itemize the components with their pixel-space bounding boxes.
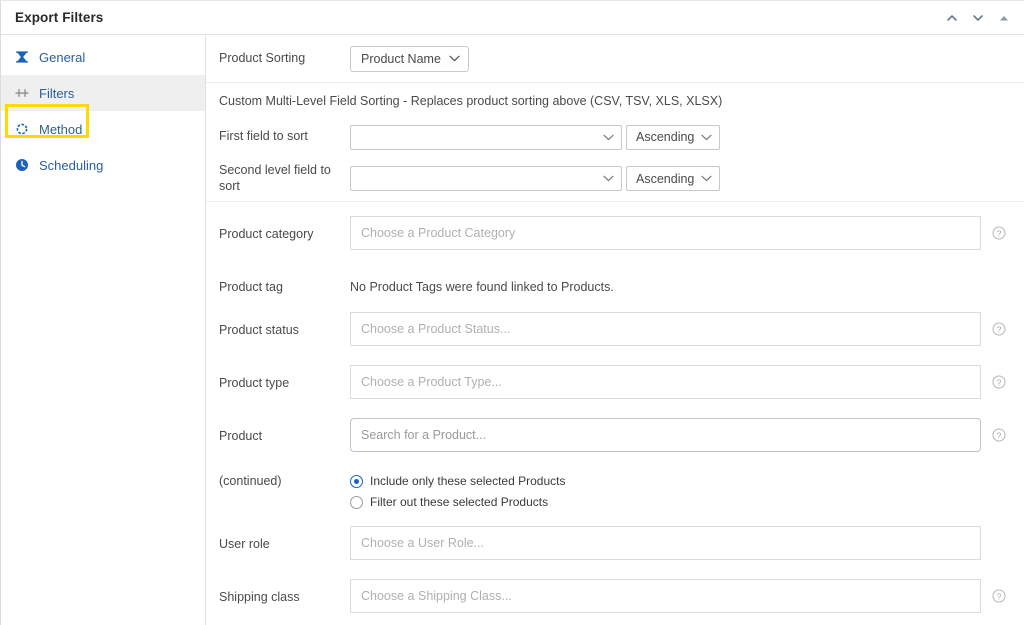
chevron-down-icon [701, 175, 712, 182]
titlebar-controls [940, 1, 1016, 35]
help-icon[interactable]: ? [992, 428, 1006, 442]
product-label: Product [219, 429, 263, 443]
second-sort-field-select[interactable] [350, 166, 622, 191]
product-sorting-row: Product Sorting Product Name [206, 35, 1024, 82]
product-type-input[interactable]: Choose a Product Type... [350, 365, 981, 399]
chevron-down-icon [449, 55, 460, 62]
shipping-class-row: Shipping class Choose a Shipping Class..… [206, 579, 1024, 625]
product-sorting-field: Product Name [350, 45, 1024, 72]
svg-text:?: ? [997, 430, 1002, 440]
radio-button-unselected[interactable] [350, 495, 363, 509]
chevron-down-icon [603, 134, 614, 140]
product-tag-row: Product tag No Product Tags were found l… [206, 269, 1024, 312]
chevron-up-icon [947, 15, 957, 21]
bowtie-icon [13, 48, 31, 66]
sidebar-item-filters[interactable]: Filters [1, 75, 205, 111]
collapse-panel-button[interactable] [992, 6, 1016, 30]
filters-panel: Product Sorting Product Name Custom Mult… [206, 35, 1024, 625]
user-role-row: User role Choose a User Role... [206, 526, 1024, 579]
filter-fields-section: Product category Choose a Product Catego… [206, 202, 1024, 625]
filters-icon [13, 84, 31, 102]
first-sort-direction-select[interactable]: Ascending [626, 124, 720, 150]
second-sort-direction-select[interactable]: Ascending [626, 166, 720, 191]
shipping-class-input[interactable]: Choose a Shipping Class... [350, 579, 981, 613]
triangle-up-icon [1000, 16, 1008, 21]
chevron-down-icon [973, 15, 983, 21]
product-sorting-value: Product Name [361, 51, 441, 66]
product-search-input[interactable]: Search for a Product... [350, 418, 981, 452]
page-title: Export Filters [15, 10, 104, 25]
sidebar-item-label: General [39, 49, 86, 65]
product-sorting-label: Product Sorting [219, 50, 306, 65]
help-icon[interactable]: ? [992, 375, 1006, 389]
window-titlebar: Export Filters [1, 1, 1024, 35]
product-tag-message: No Product Tags were found linked to Pro… [350, 280, 614, 294]
settings-sidebar: General Filters Method Scheduling [1, 35, 206, 625]
first-sort-label: First field to sort [219, 129, 308, 144]
product-status-input[interactable]: Choose a Product Status... [350, 312, 981, 346]
product-sorting-section: Product Sorting Product Name [206, 35, 1024, 82]
custom-sorting-note: Custom Multi-Level Field Sorting - Repla… [219, 94, 723, 108]
sidebar-item-method[interactable]: Method [1, 111, 205, 147]
second-sort-label: Second level field to sort [219, 162, 331, 193]
product-sorting-select[interactable]: Product Name [350, 45, 469, 72]
product-row: Product Search for a Product... ? [206, 418, 1024, 465]
clock-icon [13, 156, 31, 174]
chevron-down-icon [701, 134, 712, 140]
continued-label: (continued) [219, 474, 282, 488]
product-include-mode-radiogroup: Include only these selected Products Fil… [350, 472, 565, 509]
svg-text:?: ? [997, 377, 1002, 387]
radio-include-only[interactable]: Include only these selected Products [350, 474, 565, 488]
product-include-mode-row: (continued) Include only these selected … [206, 465, 1024, 526]
svg-text:?: ? [997, 324, 1002, 334]
first-sort-field: Ascending [350, 124, 1024, 150]
second-sort-row: Second level field to sort Ascending [206, 156, 1024, 201]
multi-level-sorting-section: Custom Multi-Level Field Sorting - Repla… [206, 83, 1024, 201]
product-category-label: Product category [219, 227, 314, 241]
second-sort-field: Ascending [350, 166, 1024, 191]
sidebar-item-general[interactable]: General [1, 39, 205, 75]
user-role-input[interactable]: Choose a User Role... [350, 526, 981, 560]
radio-label: Filter out these selected Products [370, 495, 549, 509]
sidebar-item-scheduling[interactable]: Scheduling [1, 147, 205, 183]
help-icon[interactable]: ? [992, 589, 1006, 603]
export-filters-window: Export Filters General Filters Method Sc… [0, 0, 1024, 625]
chevron-down-icon [603, 175, 614, 182]
product-tag-label: Product tag [219, 280, 283, 294]
product-type-label: Product type [219, 376, 290, 390]
svg-text:?: ? [997, 591, 1002, 601]
product-category-row: Product category Choose a Product Catego… [206, 216, 1024, 269]
help-icon[interactable]: ? [992, 322, 1006, 336]
first-sort-direction-value: Ascending [636, 130, 695, 144]
product-status-row: Product status Choose a Product Status..… [206, 312, 1024, 365]
sidebar-item-label: Scheduling [39, 157, 104, 173]
collapse-up-chevron-button[interactable] [940, 6, 964, 30]
radio-button-selected[interactable] [350, 474, 363, 488]
first-sort-row: First field to sort Ascending [206, 118, 1024, 156]
product-status-label: Product status [219, 323, 299, 337]
help-icon[interactable]: ? [992, 226, 1006, 240]
product-type-row: Product type Choose a Product Type... ? [206, 365, 1024, 418]
sidebar-item-label: Method [39, 121, 83, 137]
radio-label: Include only these selected Products [370, 474, 566, 488]
sidebar-item-label: Filters [39, 85, 75, 101]
expand-down-chevron-button[interactable] [966, 6, 990, 30]
window-body: General Filters Method Scheduling Produc… [1, 35, 1024, 625]
svg-text:?: ? [997, 228, 1002, 238]
shipping-class-label: Shipping class [219, 590, 300, 604]
second-sort-direction-value: Ascending [636, 171, 695, 186]
radio-filter-out[interactable]: Filter out these selected Products [350, 495, 565, 509]
first-sort-field-select[interactable] [350, 124, 622, 150]
gear-icon [13, 120, 31, 138]
user-role-label: User role [219, 537, 270, 551]
product-category-input[interactable]: Choose a Product Category [350, 216, 981, 250]
